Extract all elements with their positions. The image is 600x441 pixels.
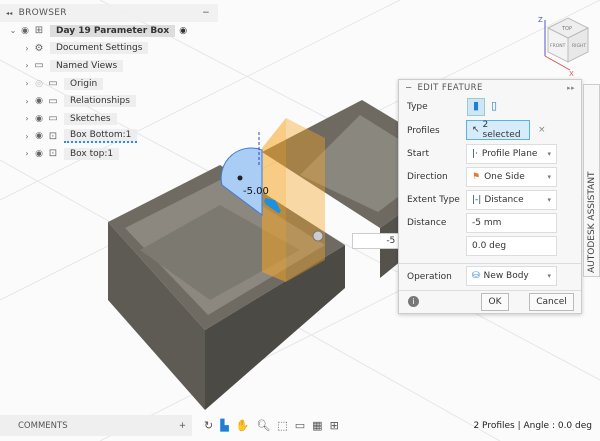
dimension-label: -5.00 — [243, 186, 269, 197]
chevron-down-icon: ▾ — [547, 196, 551, 204]
comments-panel[interactable]: COMMENTS + — [0, 415, 192, 436]
one-side-icon: ⚑ — [472, 172, 481, 182]
chevron-right-icon[interactable]: › — [22, 114, 32, 123]
eye-icon[interactable]: ◉ — [32, 131, 46, 141]
tree-item-box-top[interactable]: › ◉ ⊡ Box top:1 — [0, 145, 218, 163]
distance-label: Distance — [407, 218, 447, 228]
minimize-icon[interactable]: − — [202, 8, 210, 18]
collapse-icon[interactable]: − — [405, 83, 413, 93]
info-icon[interactable]: i — [408, 296, 419, 307]
profile-plane-icon: |· — [472, 149, 478, 159]
bottom-bar: COMMENTS + ↻ ▙ ✋ 🔍︎ ⬚ ▭ ▦ ⊞ 2 Profiles | … — [0, 415, 600, 436]
panel-title: EDIT FEATURE — [417, 83, 483, 93]
body-icon: ⊡ — [48, 130, 58, 142]
svg-text:TOP: TOP — [561, 26, 572, 32]
tree-item-relationships[interactable]: › ◉ ▭ Relationships — [0, 92, 218, 110]
comments-label: COMMENTS — [18, 420, 68, 431]
folder-icon: ▭ — [48, 78, 58, 90]
extent-type-dropdown[interactable]: |-| Distance ▾ — [466, 190, 557, 210]
chevron-right-icon[interactable]: › — [22, 44, 32, 53]
browser-panel: ◂◂ BROWSER − ⌄ ◉ ⊞ Day 19 Parameter Box ◉ › ⚙ Do… — [0, 4, 218, 163]
display-settings-icon[interactable]: ▭ — [295, 419, 305, 432]
chevron-down-icon: ▾ — [547, 272, 551, 280]
profiles-select[interactable]: ↖ 2 selected — [466, 120, 530, 140]
expand-icon[interactable]: ▸▸ — [567, 84, 575, 92]
eye-hidden-icon[interactable]: ◎ — [32, 79, 46, 89]
status-text: 2 Profiles | Angle : 0.0 deg — [473, 420, 592, 431]
tree-item-label: Origin — [64, 77, 104, 90]
view-cube[interactable]: TOP FRONT RIGHT Z X — [538, 16, 590, 78]
operation-dropdown[interactable]: ⛁ New Body ▾ — [466, 266, 557, 286]
chevron-right-icon[interactable]: › — [22, 132, 32, 141]
start-label: Start — [407, 149, 429, 159]
folder-icon: ▭ — [34, 60, 44, 72]
distance-icon: |-| — [472, 195, 482, 205]
tree-item-root[interactable]: ⌄ ◉ ⊞ Day 19 Parameter Box ◉ — [0, 22, 218, 40]
cursor-icon: ↖ — [472, 125, 480, 135]
svg-text:Z: Z — [538, 16, 543, 24]
activate-radio-icon[interactable]: ◉ — [179, 26, 187, 36]
tree-item-label: Named Views — [50, 59, 124, 72]
ok-button[interactable]: OK — [481, 293, 509, 311]
extent-type-label: Extent Type — [407, 195, 460, 205]
eye-icon[interactable]: ◉ — [32, 96, 46, 106]
body-icon: ⊡ — [48, 148, 58, 160]
type-surface-button[interactable]: ▯ — [491, 99, 497, 112]
fit-icon[interactable]: ⬚ — [277, 419, 287, 432]
eye-icon[interactable]: ◉ — [32, 114, 46, 124]
tree-item-label: Sketches — [64, 112, 117, 125]
chevron-right-icon[interactable]: › — [22, 149, 32, 158]
chevron-right-icon[interactable]: › — [22, 61, 32, 70]
add-comment-icon[interactable]: + — [179, 421, 186, 431]
browser-title: BROWSER — [18, 8, 67, 18]
svg-text:X: X — [569, 70, 574, 78]
svg-text:FRONT: FRONT — [550, 43, 566, 49]
cancel-button[interactable]: Cancel — [529, 293, 574, 311]
collapse-icon[interactable]: ◂◂ — [6, 10, 13, 17]
zoom-icon[interactable]: 🔍︎ — [256, 419, 270, 432]
folder-icon: ▭ — [48, 113, 58, 125]
type-solid-button[interactable]: ▮ — [467, 98, 485, 116]
eye-icon[interactable]: ◉ — [18, 26, 32, 36]
clear-selection-icon[interactable]: × — [538, 125, 546, 135]
start-dropdown[interactable]: |· Profile Plane ▾ — [466, 144, 557, 164]
direction-label: Direction — [407, 172, 448, 182]
tree-item-label: Document Settings — [50, 42, 149, 55]
eye-icon[interactable]: ◉ — [32, 149, 46, 159]
autodesk-assistant-tab[interactable]: AUTODESK ASSISTANT — [583, 84, 600, 277]
viewports-icon[interactable]: ⊞ — [330, 419, 339, 432]
tree-item-box-bottom[interactable]: › ◉ ⊡ Box Bottom:1 — [0, 128, 218, 146]
tree-item-label: Relationships — [64, 95, 136, 108]
component-icon: ⊞ — [34, 25, 44, 37]
svg-text:RIGHT: RIGHT — [572, 43, 586, 49]
edit-feature-panel: − EDIT FEATURE ▸▸ Type ▮ ▯ Profiles ↖ 2 sel… — [398, 79, 582, 314]
tree-item-sketches[interactable]: › ◉ ▭ Sketches — [0, 110, 218, 128]
tree-item-label: Day 19 Parameter Box — [50, 24, 176, 37]
orbit-icon[interactable]: ↻ — [204, 419, 213, 432]
tree-item-origin[interactable]: › ◎ ▭ Origin — [0, 75, 218, 93]
direction-dropdown[interactable]: ⚑ One Side ▾ — [466, 167, 557, 187]
taper-angle-input[interactable]: 0.0 deg — [466, 236, 557, 256]
tree-item-label: Box Bottom:1 — [64, 129, 138, 144]
operation-label: Operation — [407, 272, 452, 282]
chevron-down-icon[interactable]: ⌄ — [8, 26, 18, 35]
chevron-down-icon: ▾ — [547, 173, 551, 181]
tree-item-named-views[interactable]: › ▭ Named Views — [0, 57, 218, 75]
folder-icon: ▭ — [48, 95, 58, 107]
profiles-label: Profiles — [407, 126, 440, 136]
gear-icon: ⚙ — [34, 42, 44, 54]
grid-icon[interactable]: ▦ — [312, 419, 322, 432]
chevron-right-icon[interactable]: › — [22, 79, 32, 88]
tree-item-label: Box top:1 — [64, 147, 120, 160]
distance-input[interactable]: -5 mm — [466, 213, 557, 233]
tree-item-document-settings[interactable]: › ⚙ Document Settings — [0, 40, 218, 58]
new-body-icon: ⛁ — [472, 271, 480, 281]
chevron-down-icon: ▾ — [547, 150, 551, 158]
look-at-icon[interactable]: ▙ — [220, 419, 228, 432]
chevron-right-icon[interactable]: › — [22, 97, 32, 106]
type-label: Type — [407, 102, 428, 112]
pan-icon[interactable]: ✋ — [236, 419, 250, 432]
